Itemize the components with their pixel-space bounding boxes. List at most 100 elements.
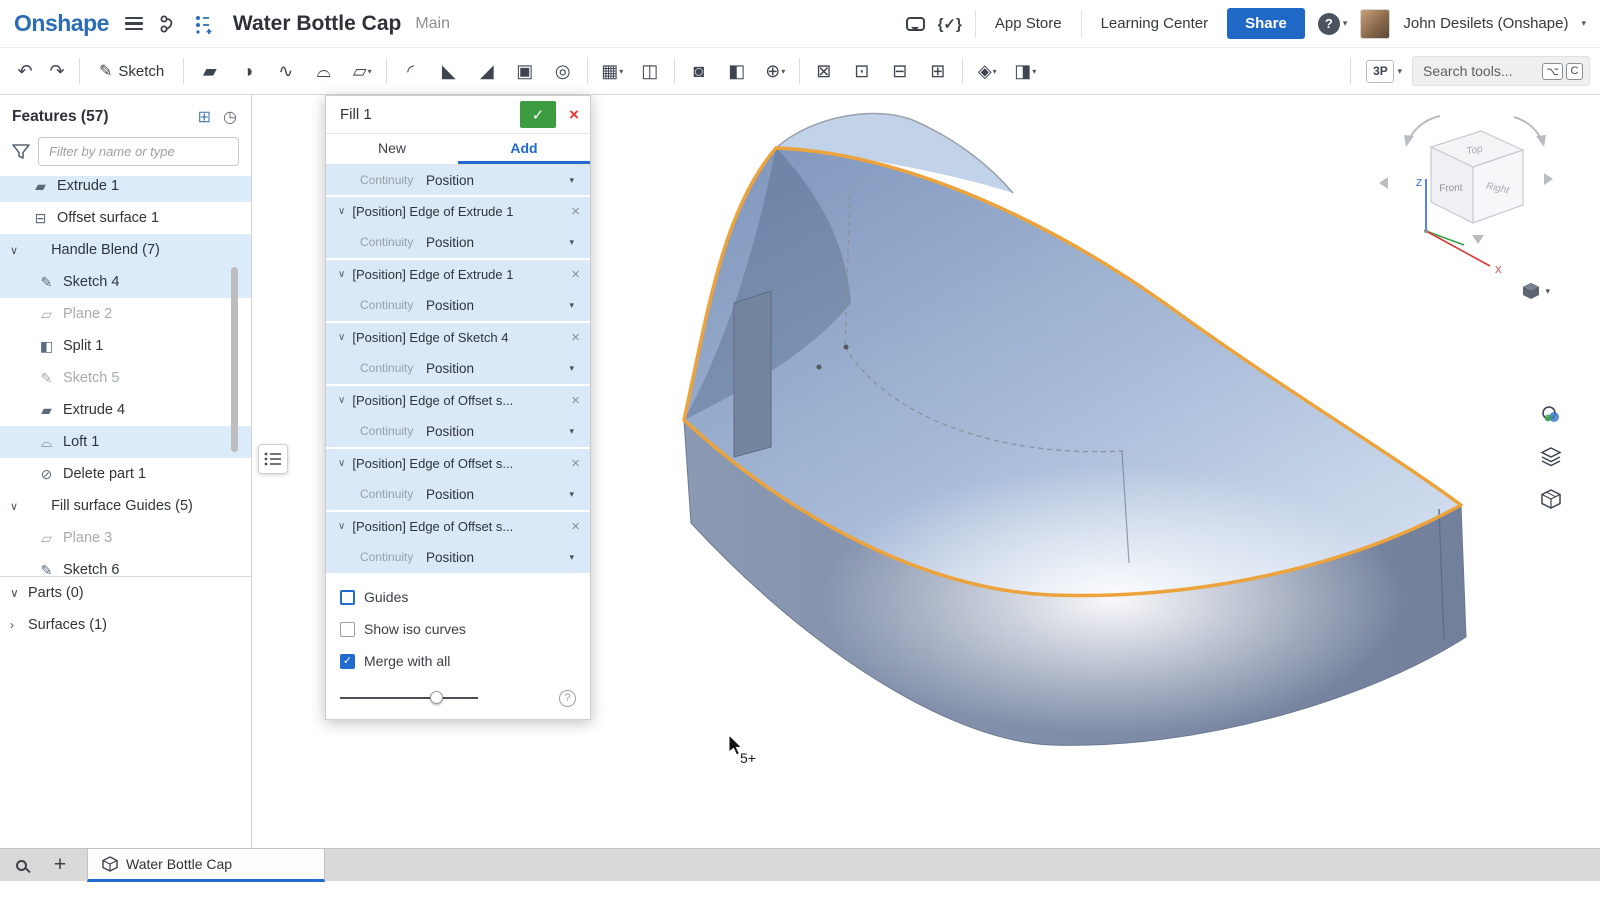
hamburger-menu-icon[interactable]	[121, 13, 147, 35]
remove-icon[interactable]: ×	[565, 518, 580, 535]
filter-funnel-icon[interactable]	[12, 144, 30, 160]
appearance-button[interactable]	[1536, 400, 1566, 430]
edge-entry-row[interactable]: ∨ [Position] Edge of Offset s... ×	[326, 449, 590, 478]
sketch-point[interactable]	[844, 345, 849, 350]
sweep-icon[interactable]: ∿	[267, 54, 305, 88]
tab-add[interactable]: Add	[458, 134, 590, 164]
feature-item[interactable]: ⊘ Delete part 1	[0, 458, 251, 490]
divider[interactable]	[674, 58, 675, 84]
hole-icon[interactable]: ◎	[544, 54, 582, 88]
comment-icon[interactable]	[906, 17, 925, 31]
checkbox[interactable]: ✓	[340, 654, 355, 669]
chevron-down-icon[interactable]: ∨	[338, 521, 345, 532]
cancel-button[interactable]: ×	[558, 101, 590, 128]
caret-down-icon[interactable]: ▾	[569, 363, 574, 374]
remove-icon[interactable]: ×	[565, 392, 580, 409]
caret-down-icon[interactable]: ▾	[569, 300, 574, 311]
continuity-select[interactable]: Position	[426, 298, 474, 313]
feature-item[interactable]: ▰ Extrude 1	[0, 176, 251, 202]
featurescript-icon[interactable]: {✓}	[938, 15, 962, 33]
continuity-select[interactable]: Position	[426, 173, 474, 188]
continuity-select[interactable]: Position	[426, 361, 474, 376]
edge-entry-row[interactable]: ∨ [Position] Edge of Sketch 4 ×	[326, 323, 590, 352]
checkbox[interactable]	[340, 590, 355, 605]
features-scrollbar[interactable]	[231, 267, 238, 452]
caret-down-icon[interactable]: ▾	[569, 489, 574, 500]
chevron-down-icon[interactable]: ∨	[338, 269, 345, 280]
mirror-icon[interactable]: ◫	[631, 54, 669, 88]
surfaces-section[interactable]: › Surfaces (1)	[0, 609, 251, 641]
feature-item[interactable]: ∨ Handle Blend (7)	[0, 234, 251, 266]
feature-item[interactable]: ✎ Sketch 6	[0, 554, 251, 576]
checkbox-row[interactable]: Guides	[326, 581, 590, 613]
chevron-right-icon[interactable]: ›	[10, 618, 20, 632]
sketch-button[interactable]: ✎ Sketch	[87, 54, 176, 88]
revolve-icon[interactable]: ◑	[229, 54, 267, 88]
feature-item[interactable]: ⌓ Loft 1	[0, 426, 251, 458]
feature-item[interactable]: ✎ Sketch 4	[0, 266, 251, 298]
feature-item[interactable]: ◧ Split 1	[0, 330, 251, 362]
linear-pattern-icon[interactable]: ▦▾	[593, 54, 631, 88]
branch-name[interactable]: Main	[415, 15, 450, 33]
versions-icon[interactable]	[159, 14, 181, 34]
caret-down-icon[interactable]: ▾	[569, 426, 574, 437]
edge-entry-row[interactable]: ∨ [Position] Edge of Offset s... ×	[326, 512, 590, 541]
new-folder-icon[interactable]: ⊞	[198, 107, 211, 127]
display-states-button[interactable]	[1536, 442, 1566, 472]
rollback-clock-icon[interactable]: ◷	[223, 107, 237, 127]
feature-item[interactable]: ▰ Extrude 4	[0, 394, 251, 426]
rotate-down-arrow[interactable]	[1472, 235, 1484, 244]
surface-tools-icon[interactable]: ◈▾	[968, 54, 1006, 88]
dialog-help-icon[interactable]: ?	[559, 690, 576, 707]
chevron-down-icon[interactable]: ∨	[338, 332, 345, 343]
replace-face-icon[interactable]: ⊟	[881, 54, 919, 88]
user-menu[interactable]: John Desilets (Onshape)	[1403, 15, 1568, 32]
chevron-icon[interactable]: ∨	[10, 244, 18, 257]
caret-down-icon[interactable]: ▾	[569, 237, 574, 248]
edge-entry-row[interactable]: ∨ [Position] Edge of Extrude 1 ×	[326, 260, 590, 289]
boolean-icon[interactable]: ◙	[680, 54, 718, 88]
avatar[interactable]	[1360, 9, 1390, 39]
edge-entry-row[interactable]: ∨ [Position] Edge of Extrude 1 ×	[326, 197, 590, 226]
caret-down-icon[interactable]: ▾	[569, 175, 574, 186]
offset-surface-icon[interactable]: ⊞	[919, 54, 957, 88]
chevron-down-icon[interactable]: ∨	[10, 586, 20, 600]
continuity-select[interactable]: Position	[426, 487, 474, 502]
feature-item[interactable]: ⊟ Offset surface 1	[0, 202, 251, 234]
caret-down-icon[interactable]: ▾	[1581, 18, 1586, 29]
remove-icon[interactable]: ×	[565, 266, 580, 283]
edge-entry-row[interactable]: ∨ [Position] Edge of Offset s... ×	[326, 386, 590, 415]
continuity-select[interactable]: Position	[426, 424, 474, 439]
move-face-icon[interactable]: ⊡	[843, 54, 881, 88]
feature-item[interactable]: ▱ Plane 3	[0, 522, 251, 554]
insert-element-icon[interactable]	[193, 14, 215, 34]
chevron-icon[interactable]: ∨	[10, 500, 18, 513]
caret-down-icon[interactable]: ▾	[569, 552, 574, 563]
chamfer-icon[interactable]: ◣	[430, 54, 468, 88]
checkbox-row[interactable]: ✓ Merge with all	[326, 645, 590, 677]
divider[interactable]	[799, 58, 800, 84]
view-cube-graphic[interactable]: Top Front Right Z X	[1376, 105, 1556, 305]
divider[interactable]	[962, 58, 963, 84]
divider[interactable]	[386, 58, 387, 84]
model-flat-face[interactable]	[734, 291, 771, 457]
onshape-logo[interactable]: Onshape	[14, 10, 109, 37]
resolution-slider[interactable]	[340, 697, 478, 699]
rotate-right-arrow[interactable]	[1544, 173, 1553, 185]
view-options-button[interactable]: ▾	[1521, 281, 1550, 301]
redo-button[interactable]: ↷	[42, 55, 72, 87]
feature-item[interactable]: ∨ Fill surface Guides (5)	[0, 490, 251, 522]
sheet-metal-icon[interactable]: ◨▾	[1006, 54, 1044, 88]
transform-icon[interactable]: ⊕▾	[756, 54, 794, 88]
parts-section[interactable]: ∨ Parts (0)	[0, 577, 251, 609]
search-tools-input[interactable]	[1413, 63, 1531, 79]
chevron-down-icon[interactable]: ∨	[338, 458, 345, 469]
extrude-icon[interactable]: ▰	[191, 54, 229, 88]
remove-icon[interactable]: ×	[565, 203, 580, 220]
new-tab-button[interactable]: +	[47, 853, 73, 877]
chevron-down-icon[interactable]: ∨	[338, 395, 345, 406]
delete-face-icon[interactable]: ⊠	[805, 54, 843, 88]
checkbox[interactable]	[340, 622, 355, 637]
remove-icon[interactable]: ×	[565, 329, 580, 346]
custom-feature-3p-button[interactable]: 3P ▾	[1366, 60, 1402, 83]
